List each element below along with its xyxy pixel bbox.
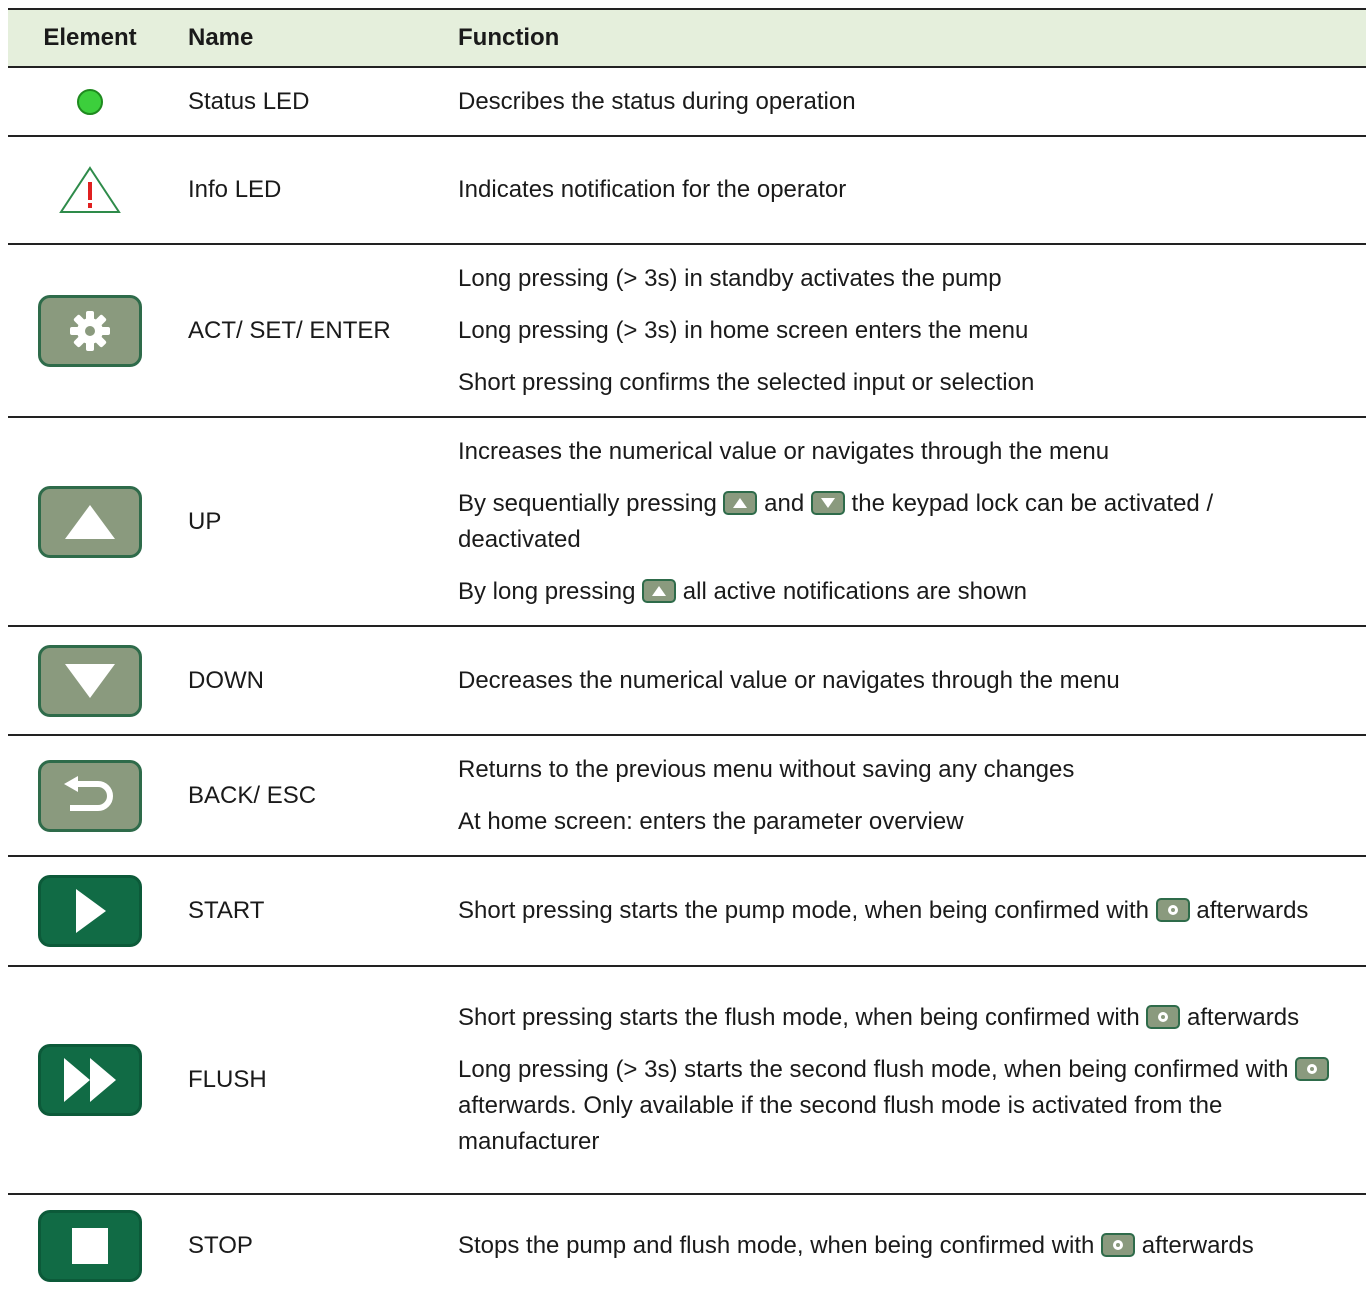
controls-table: Element Name Function Status LED Describ… bbox=[8, 8, 1366, 1297]
return-arrow-icon bbox=[64, 775, 113, 811]
table-row: DOWN Decreases the numerical value or na… bbox=[8, 627, 1366, 736]
gear-mini-icon bbox=[1146, 1005, 1181, 1029]
down-triangle-icon bbox=[65, 663, 115, 698]
stop-square-icon bbox=[72, 1228, 108, 1264]
row-name: START bbox=[188, 897, 265, 924]
row-function: Long pressing (> 3s) in home screen ente… bbox=[458, 316, 1029, 344]
stop-button bbox=[38, 1210, 142, 1282]
row-name: BACK/ ESC bbox=[188, 781, 317, 809]
row-function: At home screen: enters the parameter ove… bbox=[458, 807, 964, 835]
header-function: Function bbox=[458, 24, 560, 51]
table-row: UP Increases the numerical value or navi… bbox=[8, 418, 1366, 627]
gear-mini-icon bbox=[1155, 898, 1190, 922]
up-mini-icon bbox=[642, 578, 677, 603]
row-function: Short pressing confirms the selected inp… bbox=[458, 368, 1035, 396]
back-button bbox=[38, 759, 142, 832]
up-button bbox=[38, 485, 142, 558]
up-triangle-icon bbox=[65, 504, 115, 539]
table-row: Status LED Describes the status during o… bbox=[8, 68, 1366, 137]
table-row: ACT/ SET/ ENTER Long pressing (> 3s) in … bbox=[8, 245, 1366, 418]
row-name: FLUSH bbox=[188, 1066, 267, 1093]
row-function: Long pressing (> 3s) starts the second f… bbox=[458, 1052, 1338, 1160]
row-name: Status LED bbox=[188, 87, 310, 115]
down-mini-icon bbox=[810, 490, 845, 515]
table-row: BACK/ ESC Returns to the previous menu w… bbox=[8, 736, 1366, 857]
row-name: UP bbox=[188, 507, 222, 535]
row-function: Decreases the numerical value or navigat… bbox=[458, 666, 1120, 694]
table-row: Info LED Indicates notification for the … bbox=[8, 137, 1366, 245]
row-function: Stops the pump and flush mode, when bein… bbox=[458, 1232, 1254, 1259]
down-button bbox=[38, 644, 142, 717]
row-function: Short pressing starts the flush mode, wh… bbox=[458, 1004, 1300, 1031]
row-function: By long pressing all active notification… bbox=[458, 577, 1027, 605]
row-function: By sequentially pressing and the keypad … bbox=[458, 489, 1214, 553]
row-name: ACT/ SET/ ENTER bbox=[188, 316, 391, 344]
row-function: Increases the numerical value or navigat… bbox=[458, 437, 1110, 465]
row-function: Short pressing starts the pump mode, whe… bbox=[458, 897, 1309, 924]
play-icon bbox=[76, 889, 106, 933]
header-name: Name bbox=[188, 24, 254, 51]
table-header: Element Name Function bbox=[8, 8, 1366, 68]
gear-mini-icon bbox=[1295, 1057, 1330, 1081]
row-function: Indicates notification for the operator bbox=[458, 176, 847, 203]
row-name: Info LED bbox=[188, 176, 282, 203]
table-row: FLUSH Short pressing starts the flush mo… bbox=[8, 967, 1366, 1195]
table-row: START Short pressing starts the pump mod… bbox=[8, 857, 1366, 967]
row-function: Long pressing (> 3s) in standby activate… bbox=[458, 264, 1002, 292]
row-name: DOWN bbox=[188, 666, 264, 694]
gear-mini-icon bbox=[1101, 1233, 1136, 1257]
warning-triangle-icon bbox=[59, 166, 121, 213]
gear-icon bbox=[70, 310, 110, 351]
fast-forward-icon bbox=[64, 1058, 116, 1102]
row-function: Returns to the previous menu without sav… bbox=[458, 755, 1075, 783]
row-function: Describes the status during operation bbox=[458, 87, 856, 115]
up-mini-icon bbox=[723, 490, 758, 515]
row-name: STOP bbox=[188, 1232, 253, 1259]
flush-button bbox=[38, 1044, 142, 1116]
green-led-icon bbox=[77, 88, 103, 115]
header-element: Element bbox=[43, 24, 137, 51]
table-row: STOP Stops the pump and flush mode, when… bbox=[8, 1195, 1366, 1297]
gear-button bbox=[38, 294, 142, 367]
start-button bbox=[38, 875, 142, 947]
